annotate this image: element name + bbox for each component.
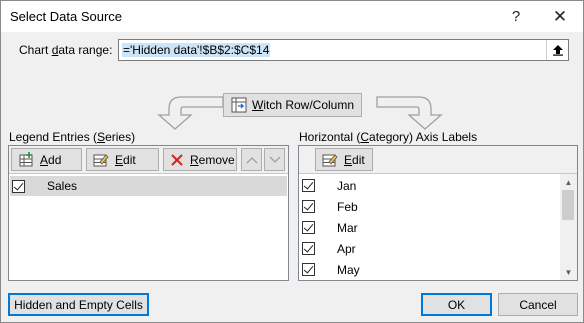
- category-checkbox[interactable]: [302, 179, 315, 192]
- axis-labels-panel: Edit Jan Feb Mar Apr May ▲ ▼: [298, 145, 578, 281]
- scroll-down-icon[interactable]: ▼: [560, 264, 577, 280]
- scroll-up-icon[interactable]: ▲: [560, 174, 577, 190]
- category-checkbox[interactable]: [302, 221, 315, 234]
- edit-axis-icon: [322, 153, 338, 166]
- switch-row-column-label: Witch Row/Column: [251, 98, 355, 112]
- legend-toolbar: Add Edit Remove: [9, 146, 288, 174]
- switch-row-column-button[interactable]: Witch Row/Column: [223, 93, 362, 117]
- scroll-thumb[interactable]: [562, 190, 574, 220]
- ok-button[interactable]: OK: [421, 293, 492, 316]
- legend-entries-panel: Add Edit Remove Sales: [8, 145, 289, 281]
- switch-row-column-icon: [231, 97, 247, 113]
- axis-labels-label: Horizontal (Category) Axis Labels: [299, 130, 478, 144]
- chevron-down-icon: [269, 156, 280, 163]
- category-label: Apr: [337, 241, 356, 256]
- series-label: Sales: [47, 179, 78, 193]
- remove-x-icon: [171, 153, 183, 166]
- edit-axis-labels-button[interactable]: Edit: [315, 148, 373, 171]
- add-series-button[interactable]: Add: [11, 148, 82, 171]
- left-curved-arrow-icon: [157, 96, 224, 130]
- category-checkbox[interactable]: [302, 242, 315, 255]
- move-up-button[interactable]: [241, 148, 262, 171]
- edit-axis-labels-label: Edit: [344, 152, 365, 167]
- chart-data-range-input[interactable]: ='Hidden data'!$B$2:$C$14: [118, 39, 569, 61]
- category-label: Feb: [337, 199, 358, 214]
- add-series-icon: [19, 151, 33, 166]
- list-item[interactable]: Mar: [300, 217, 358, 238]
- right-curved-arrow-icon: [376, 96, 443, 130]
- legend-entries-label: Legend Entries (Series): [9, 130, 136, 144]
- chart-data-range-value: ='Hidden data'!$B$2:$C$14: [122, 43, 271, 57]
- select-data-source-dialog: Select Data Source ? ✕ Chart data range:…: [0, 0, 584, 323]
- window-title: Select Data Source: [10, 9, 123, 24]
- edit-series-label: Edit: [115, 152, 136, 167]
- category-label: May: [337, 262, 360, 277]
- edit-series-button[interactable]: Edit: [86, 148, 159, 171]
- list-item[interactable]: Jan: [300, 175, 356, 196]
- axis-toolbar: Edit: [299, 146, 577, 174]
- category-checkbox[interactable]: [302, 200, 315, 213]
- list-item[interactable]: Feb: [300, 196, 358, 217]
- hidden-empty-cells-button[interactable]: Hidden and Empty Cells: [8, 293, 149, 316]
- help-button[interactable]: ?: [498, 1, 534, 32]
- title-bar: Select Data Source ? ✕: [1, 1, 583, 32]
- collapse-arrow-icon: [552, 45, 563, 56]
- add-series-label: Add: [40, 152, 62, 167]
- vertical-scrollbar[interactable]: ▲ ▼: [560, 174, 577, 280]
- collapse-dialog-button[interactable]: [546, 40, 568, 60]
- switch-row-column-rest: itch Row/Column: [263, 98, 355, 112]
- series-checkbox[interactable]: [12, 179, 25, 193]
- edit-series-icon: [93, 153, 109, 166]
- category-label: Jan: [337, 178, 357, 193]
- remove-series-label: Remove: [190, 152, 235, 167]
- category-label: Mar: [337, 220, 358, 235]
- close-button[interactable]: ✕: [542, 1, 578, 32]
- remove-series-button[interactable]: Remove: [163, 148, 237, 171]
- chevron-up-icon: [246, 156, 257, 163]
- list-item[interactable]: Apr: [300, 238, 356, 259]
- category-checkbox[interactable]: [302, 263, 315, 276]
- list-item[interactable]: May: [300, 259, 360, 280]
- move-down-button[interactable]: [264, 148, 285, 171]
- list-item[interactable]: Sales: [10, 176, 287, 196]
- chart-data-range-label: Chart data range:: [19, 43, 113, 57]
- cancel-button[interactable]: Cancel: [498, 293, 578, 316]
